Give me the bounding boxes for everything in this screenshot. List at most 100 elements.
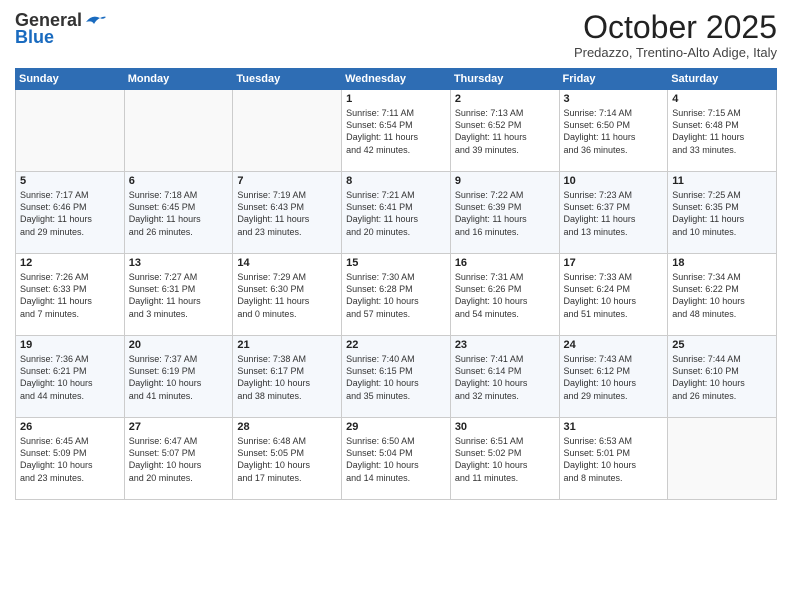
calendar-cell [233, 90, 342, 172]
day-number: 28 [237, 421, 337, 433]
day-info: Sunrise: 7:37 AM Sunset: 6:19 PM Dayligh… [129, 353, 229, 402]
calendar-cell: 31 Sunrise: 6:53 AM Sunset: 5:01 PM Dayli… [559, 418, 668, 500]
day-info: Sunrise: 7:29 AM Sunset: 6:30 PM Dayligh… [237, 271, 337, 320]
calendar-cell: 30Sunrise: 6:51 AM Sunset: 5:02 PM Dayli… [450, 418, 559, 500]
day-number: 27 [129, 421, 229, 433]
day-info: Sunrise: 7:11 AM Sunset: 6:54 PM Dayligh… [346, 107, 446, 156]
logo-bird-icon [84, 14, 106, 30]
day-number: 31 [564, 421, 664, 433]
calendar-cell: 25 Sunrise: 7:44 AM Sunset: 6:10 PM Dayli… [668, 336, 777, 418]
day-number: 4 [672, 93, 772, 105]
calendar-week-row: 26 Sunrise: 6:45 AM Sunset: 5:09 PM Dayli… [16, 418, 777, 500]
calendar-cell: 14 Sunrise: 7:29 AM Sunset: 6:30 PM Dayli… [233, 254, 342, 336]
day-info: Sunrise: 6:45 AM Sunset: 5:09 PM Dayligh… [20, 435, 120, 484]
calendar-week-row: 19 Sunrise: 7:36 AM Sunset: 6:21 PM Dayli… [16, 336, 777, 418]
day-info: Sunrise: 7:18 AM Sunset: 6:45 PM Dayligh… [129, 189, 229, 238]
col-tuesday: Tuesday [233, 69, 342, 90]
calendar-cell: 12Sunrise: 7:26 AM Sunset: 6:33 PM Dayli… [16, 254, 125, 336]
calendar-cell: 20 Sunrise: 7:37 AM Sunset: 6:19 PM Dayli… [124, 336, 233, 418]
day-number: 14 [237, 257, 337, 269]
day-info: Sunrise: 6:47 AM Sunset: 5:07 PM Dayligh… [129, 435, 229, 484]
day-info: Sunrise: 7:41 AM Sunset: 6:14 PM Dayligh… [455, 353, 555, 402]
calendar-cell: 7Sunrise: 7:19 AM Sunset: 6:43 PM Daylig… [233, 172, 342, 254]
day-info: Sunrise: 7:44 AM Sunset: 6:10 PM Dayligh… [672, 353, 772, 402]
day-info: Sunrise: 6:50 AM Sunset: 5:04 PM Dayligh… [346, 435, 446, 484]
header: General Blue October 2025 Predazzo, Tren… [15, 10, 777, 60]
day-number: 15 [346, 257, 446, 269]
calendar-cell: 13Sunrise: 7:27 AM Sunset: 6:31 PM Dayli… [124, 254, 233, 336]
calendar-week-row: 1 Sunrise: 7:11 AM Sunset: 6:54 PM Daylig… [16, 90, 777, 172]
calendar-cell [668, 418, 777, 500]
day-info: Sunrise: 7:34 AM Sunset: 6:22 PM Dayligh… [672, 271, 772, 320]
day-info: Sunrise: 7:25 AM Sunset: 6:35 PM Dayligh… [672, 189, 772, 238]
day-info: Sunrise: 7:43 AM Sunset: 6:12 PM Dayligh… [564, 353, 664, 402]
day-number: 7 [237, 175, 337, 187]
calendar-header-row: Sunday Monday Tuesday Wednesday Thursday… [16, 69, 777, 90]
location-subtitle: Predazzo, Trentino-Alto Adige, Italy [574, 45, 777, 60]
day-info: Sunrise: 6:51 AM Sunset: 5:02 PM Dayligh… [455, 435, 555, 484]
day-number: 24 [564, 339, 664, 351]
day-info: Sunrise: 7:14 AM Sunset: 6:50 PM Dayligh… [564, 107, 664, 156]
calendar-cell: 27 Sunrise: 6:47 AM Sunset: 5:07 PM Dayli… [124, 418, 233, 500]
day-info: Sunrise: 7:31 AM Sunset: 6:26 PM Dayligh… [455, 271, 555, 320]
col-friday: Friday [559, 69, 668, 90]
day-number: 25 [672, 339, 772, 351]
day-info: Sunrise: 7:17 AM Sunset: 6:46 PM Dayligh… [20, 189, 120, 238]
calendar: Sunday Monday Tuesday Wednesday Thursday… [15, 68, 777, 500]
day-info: Sunrise: 7:36 AM Sunset: 6:21 PM Dayligh… [20, 353, 120, 402]
calendar-cell: 9 Sunrise: 7:22 AM Sunset: 6:39 PM Daylig… [450, 172, 559, 254]
day-number: 10 [564, 175, 664, 187]
day-number: 19 [20, 339, 120, 351]
day-info: Sunrise: 7:22 AM Sunset: 6:39 PM Dayligh… [455, 189, 555, 238]
day-number: 26 [20, 421, 120, 433]
calendar-cell: 8Sunrise: 7:21 AM Sunset: 6:41 PM Daylig… [342, 172, 451, 254]
calendar-cell: 18 Sunrise: 7:34 AM Sunset: 6:22 PM Dayli… [668, 254, 777, 336]
calendar-cell: 21 Sunrise: 7:38 AM Sunset: 6:17 PM Dayli… [233, 336, 342, 418]
day-info: Sunrise: 7:15 AM Sunset: 6:48 PM Dayligh… [672, 107, 772, 156]
calendar-cell: 1 Sunrise: 7:11 AM Sunset: 6:54 PM Daylig… [342, 90, 451, 172]
day-number: 22 [346, 339, 446, 351]
day-number: 21 [237, 339, 337, 351]
calendar-cell: 15Sunrise: 7:30 AM Sunset: 6:28 PM Dayli… [342, 254, 451, 336]
day-number: 18 [672, 257, 772, 269]
day-info: Sunrise: 7:23 AM Sunset: 6:37 PM Dayligh… [564, 189, 664, 238]
day-info: Sunrise: 7:33 AM Sunset: 6:24 PM Dayligh… [564, 271, 664, 320]
calendar-cell: 23 Sunrise: 7:41 AM Sunset: 6:14 PM Dayli… [450, 336, 559, 418]
calendar-cell: 26 Sunrise: 6:45 AM Sunset: 5:09 PM Dayli… [16, 418, 125, 500]
calendar-cell: 16 Sunrise: 7:31 AM Sunset: 6:26 PM Dayli… [450, 254, 559, 336]
day-number: 16 [455, 257, 555, 269]
calendar-cell: 28Sunrise: 6:48 AM Sunset: 5:05 PM Dayli… [233, 418, 342, 500]
calendar-week-row: 5Sunrise: 7:17 AM Sunset: 6:46 PM Daylig… [16, 172, 777, 254]
col-wednesday: Wednesday [342, 69, 451, 90]
day-info: Sunrise: 7:40 AM Sunset: 6:15 PM Dayligh… [346, 353, 446, 402]
calendar-cell [16, 90, 125, 172]
calendar-week-row: 12Sunrise: 7:26 AM Sunset: 6:33 PM Dayli… [16, 254, 777, 336]
day-number: 23 [455, 339, 555, 351]
day-number: 6 [129, 175, 229, 187]
day-number: 8 [346, 175, 446, 187]
day-number: 17 [564, 257, 664, 269]
col-thursday: Thursday [450, 69, 559, 90]
day-number: 20 [129, 339, 229, 351]
day-info: Sunrise: 7:27 AM Sunset: 6:31 PM Dayligh… [129, 271, 229, 320]
calendar-cell: 3Sunrise: 7:14 AM Sunset: 6:50 PM Daylig… [559, 90, 668, 172]
day-number: 29 [346, 421, 446, 433]
calendar-cell: 10 Sunrise: 7:23 AM Sunset: 6:37 PM Dayli… [559, 172, 668, 254]
day-info: Sunrise: 7:38 AM Sunset: 6:17 PM Dayligh… [237, 353, 337, 402]
col-sunday: Sunday [16, 69, 125, 90]
calendar-cell: 5Sunrise: 7:17 AM Sunset: 6:46 PM Daylig… [16, 172, 125, 254]
calendar-cell: 2 Sunrise: 7:13 AM Sunset: 6:52 PM Daylig… [450, 90, 559, 172]
day-number: 11 [672, 175, 772, 187]
col-saturday: Saturday [668, 69, 777, 90]
calendar-cell: 24 Sunrise: 7:43 AM Sunset: 6:12 PM Dayli… [559, 336, 668, 418]
calendar-cell: 17 Sunrise: 7:33 AM Sunset: 6:24 PM Dayli… [559, 254, 668, 336]
day-info: Sunrise: 6:53 AM Sunset: 5:01 PM Dayligh… [564, 435, 664, 484]
day-number: 1 [346, 93, 446, 105]
calendar-cell [124, 90, 233, 172]
day-info: Sunrise: 7:13 AM Sunset: 6:52 PM Dayligh… [455, 107, 555, 156]
title-block: October 2025 Predazzo, Trentino-Alto Adi… [574, 10, 777, 60]
day-number: 9 [455, 175, 555, 187]
day-number: 2 [455, 93, 555, 105]
day-info: Sunrise: 7:26 AM Sunset: 6:33 PM Dayligh… [20, 271, 120, 320]
logo: General Blue [15, 10, 106, 48]
